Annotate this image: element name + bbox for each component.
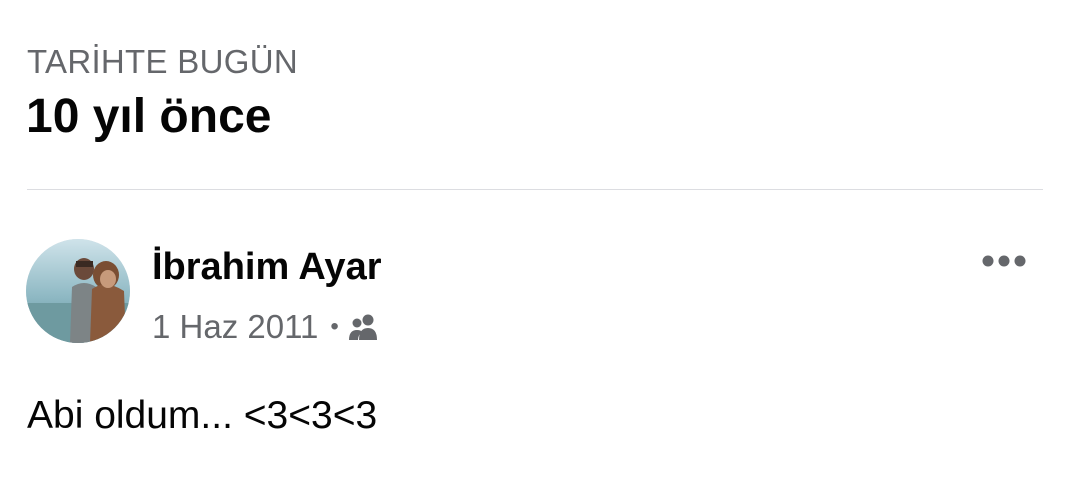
post-date[interactable]: 1 Haz 2011 — [152, 306, 318, 348]
meta-separator: • — [330, 313, 339, 340]
post-meta: 1 Haz 2011 • — [152, 306, 381, 348]
memories-title: 10 yıl önce — [26, 90, 272, 143]
post-text: Abi oldum... <3<3<3 — [27, 394, 378, 437]
more-options-button[interactable] — [978, 244, 1030, 278]
author-avatar[interactable] — [26, 239, 130, 343]
divider — [27, 189, 1043, 190]
friends-icon[interactable] — [347, 313, 381, 341]
more-options-icon — [982, 255, 1026, 267]
author-name[interactable]: İbrahim Ayar — [152, 244, 381, 290]
memories-section-label: TARİHTE BUGÜN — [27, 43, 298, 80]
avatar-photo — [26, 239, 130, 343]
